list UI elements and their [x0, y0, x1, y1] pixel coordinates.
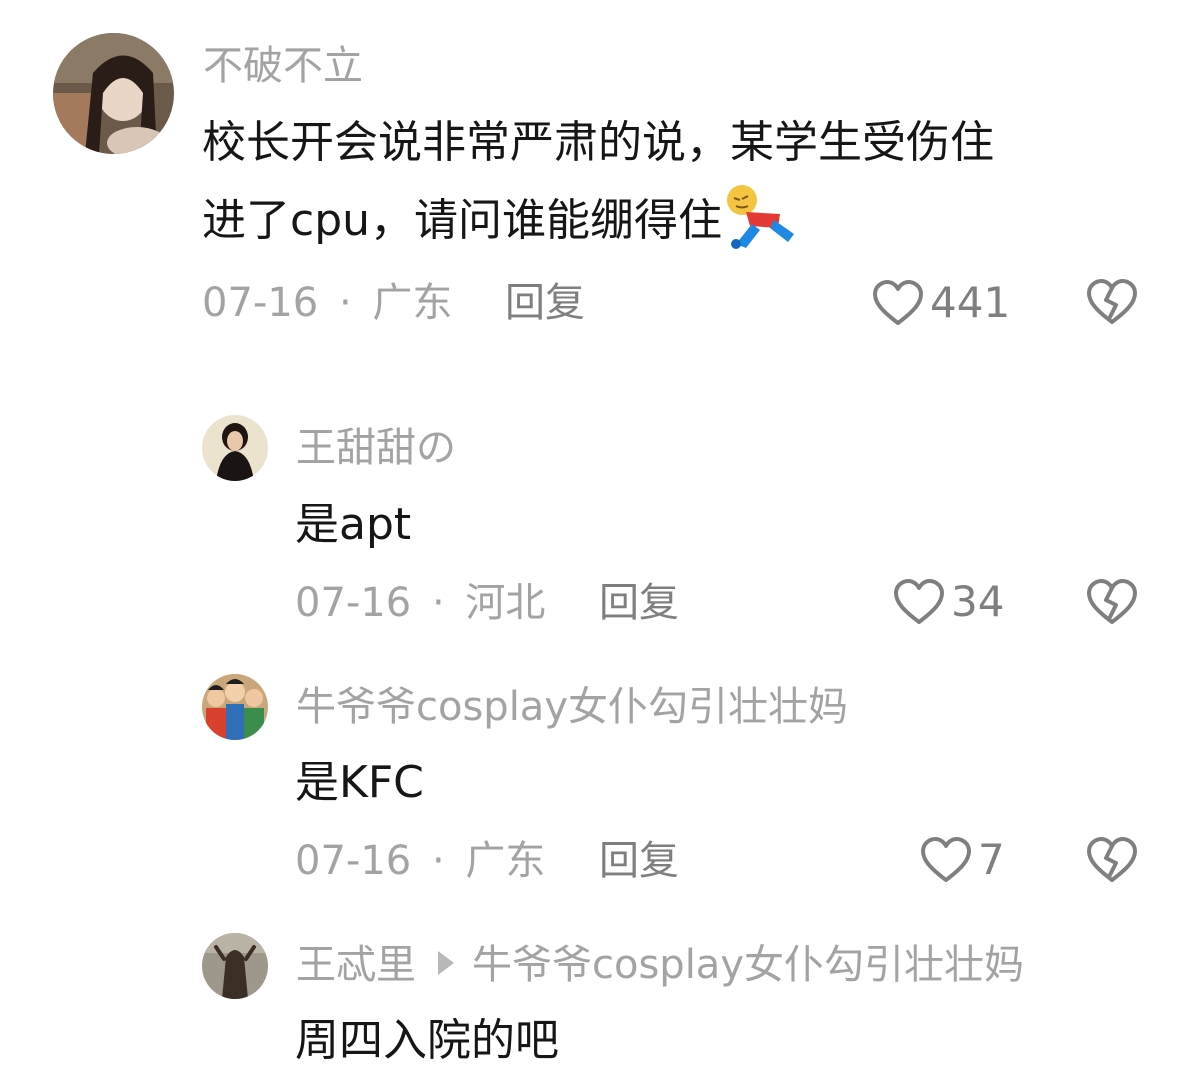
meta-separator: ·: [431, 580, 445, 626]
comment-text-line-2: 进了cpu，请问谁能绷得住: [202, 178, 798, 264]
like-count: 441: [930, 278, 1011, 327]
comment-date: 07-16: [202, 280, 319, 326]
avatar[interactable]: [202, 415, 268, 481]
reply-header: 王忒里 牛爷爷cosplay女仆勾引壮壮妈: [296, 945, 1024, 985]
triangle-right-icon: [438, 951, 454, 975]
like-button[interactable]: 34: [893, 574, 1004, 630]
comment-username[interactable]: 不破不立: [203, 46, 363, 86]
reply-text: 是apt: [295, 499, 412, 550]
like-count: 7: [978, 835, 1005, 884]
heart-outline-icon: [873, 280, 923, 325]
broken-heart-icon[interactable]: [1085, 277, 1139, 327]
avatar[interactable]: [202, 933, 268, 999]
reply-button[interactable]: 回复: [599, 583, 679, 623]
person-falling-emoji: [722, 184, 798, 250]
reply-username[interactable]: 王甜甜の: [296, 428, 456, 468]
comment-location: 广东: [372, 280, 453, 326]
reply-location: 广东: [465, 838, 546, 884]
broken-heart-icon[interactable]: [1085, 577, 1139, 627]
reply-date: 07-16: [295, 580, 412, 626]
reply-username[interactable]: 王忒里: [296, 942, 416, 988]
heart-outline-icon: [921, 837, 971, 882]
comment-text-line-1: 校长开会说非常严肃的说，某学生受伤住: [202, 117, 994, 168]
reply-date: 07-16: [295, 838, 412, 884]
heart-outline-icon: [894, 579, 944, 624]
reply-location: 河北: [465, 580, 546, 626]
reply-text: 是KFC: [295, 757, 424, 808]
reply-meta: 07-16 · 河北: [295, 583, 545, 623]
avatar[interactable]: [53, 33, 174, 154]
like-count: 34: [951, 577, 1005, 626]
reply-username[interactable]: 牛爷爷cosplay女仆勾引壮壮妈: [296, 687, 848, 727]
broken-heart-icon[interactable]: [1085, 835, 1139, 885]
comment-meta: 07-16 · 广东: [202, 283, 452, 323]
meta-separator: ·: [431, 838, 445, 884]
reply-to-username[interactable]: 牛爷爷cosplay女仆勾引壮壮妈: [472, 942, 1024, 988]
comment-text-line-2-text: 进了cpu，请问谁能绷得住: [202, 195, 723, 246]
like-button[interactable]: 441: [872, 275, 1010, 331]
like-button[interactable]: 7: [920, 832, 1005, 888]
avatar[interactable]: [202, 674, 268, 740]
reply-button[interactable]: 回复: [599, 841, 679, 881]
meta-separator: ·: [338, 280, 352, 326]
reply-text: 周四入院的吧: [295, 1015, 559, 1066]
reply-button[interactable]: 回复: [505, 283, 585, 323]
reply-meta: 07-16 · 广东: [295, 841, 545, 881]
